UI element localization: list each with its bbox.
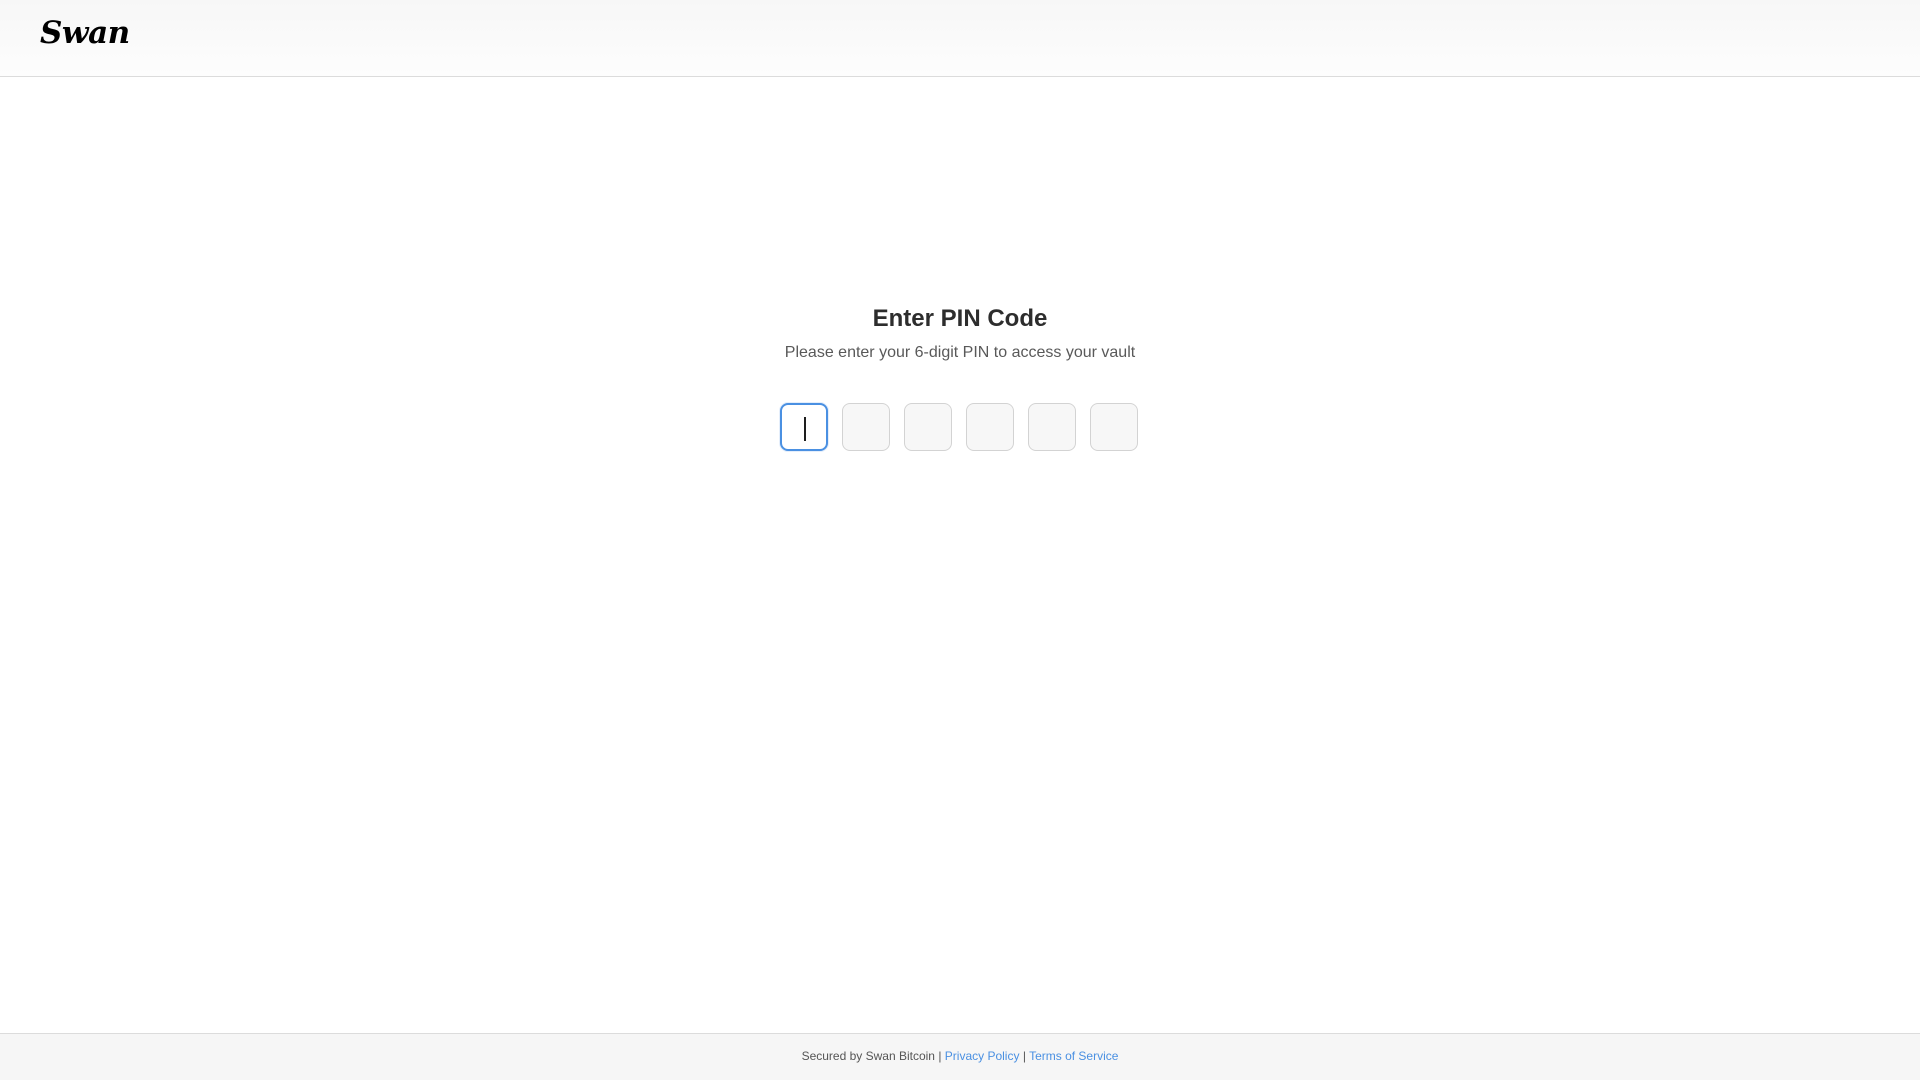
page-subtitle: Please enter your 6-digit PIN to access … bbox=[784, 344, 1136, 361]
privacy-policy-link[interactable]: Privacy Policy bbox=[945, 1049, 1020, 1063]
pin-digit-4-input[interactable] bbox=[966, 403, 1014, 451]
pin-digit-2-input[interactable] bbox=[842, 403, 890, 451]
secured-by-text: Secured by Swan Bitcoin bbox=[801, 1049, 935, 1063]
terms-of-service-link[interactable]: Terms of Service bbox=[1029, 1049, 1118, 1063]
footer-separator: | bbox=[938, 1049, 942, 1063]
pin-digit-1-input[interactable] bbox=[780, 403, 828, 451]
pin-digit-6-input[interactable] bbox=[1090, 403, 1138, 451]
swan-logo[interactable]: Swan bbox=[40, 15, 130, 51]
footer: Secured by Swan Bitcoin | Privacy Policy… bbox=[0, 1033, 1920, 1080]
pin-entry-panel: Enter PIN Code Please enter your 6-digit… bbox=[0, 78, 1920, 1033]
top-header: Swan bbox=[0, 0, 1920, 77]
page-title: Enter PIN Code bbox=[872, 305, 1048, 332]
pin-digit-5-input[interactable] bbox=[1028, 403, 1076, 451]
pin-input-group bbox=[780, 403, 1140, 453]
footer-separator: | bbox=[1022, 1049, 1026, 1063]
text-caret bbox=[804, 417, 806, 441]
pin-digit-3-input[interactable] bbox=[904, 403, 952, 451]
